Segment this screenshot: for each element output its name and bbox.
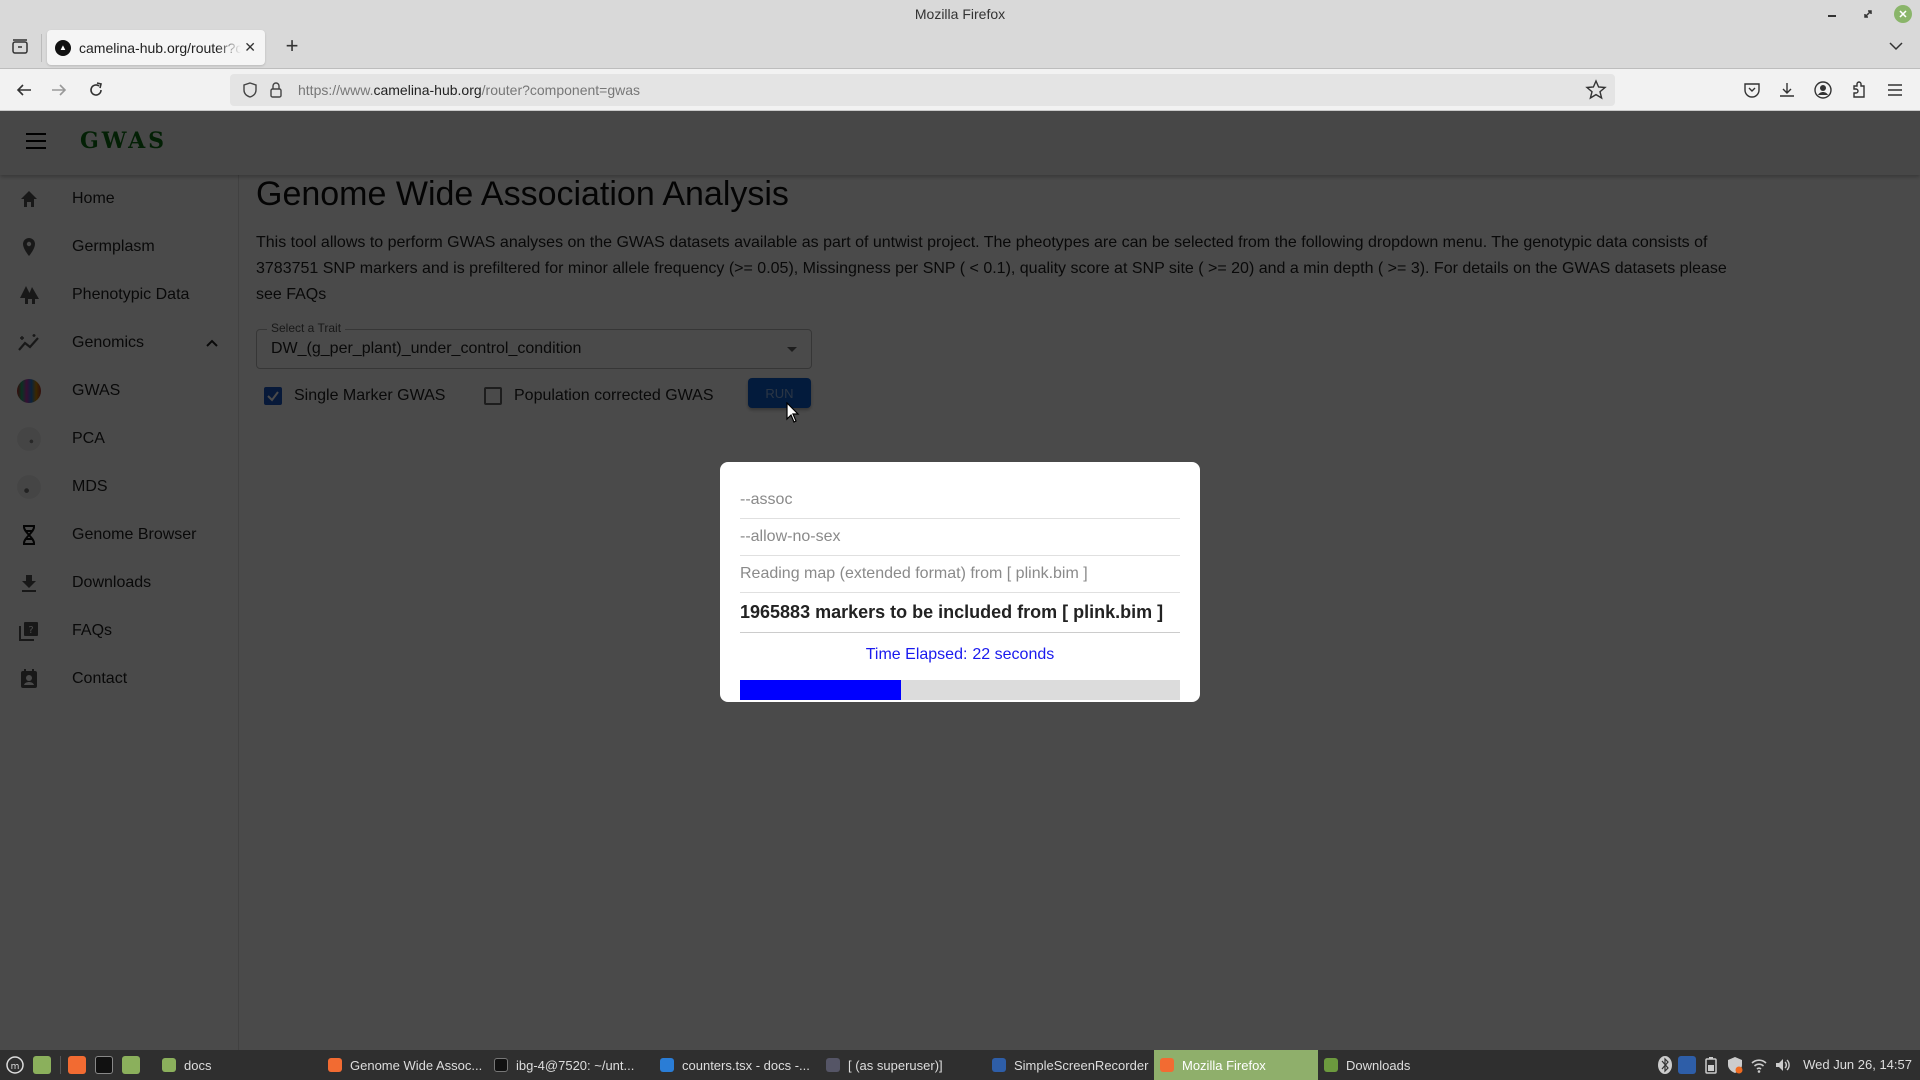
url-path: /router?component=gwas bbox=[481, 82, 641, 98]
reload-icon bbox=[90, 82, 102, 96]
navigation-toolbar: https://www.camelina-hub.org/router?comp… bbox=[0, 69, 1920, 111]
taskbar: m docs Genome Wide Assoc... ibg-4@7520: … bbox=[0, 1050, 1920, 1080]
package-icon bbox=[826, 1058, 840, 1072]
minimize-icon bbox=[1828, 15, 1836, 17]
download-icon bbox=[1780, 83, 1794, 97]
taskbar-item-label: counters.tsx - docs -... bbox=[682, 1057, 810, 1073]
clock[interactable]: Wed Jun 26, 14:57 bbox=[1803, 1057, 1912, 1072]
camelina-favicon-icon: ▲ bbox=[55, 39, 71, 56]
pocket-button[interactable] bbox=[1740, 78, 1764, 102]
list-all-tabs-button[interactable] bbox=[1886, 36, 1906, 56]
window-title-bar: Mozilla Firefox ✕ bbox=[0, 0, 1920, 28]
bookmark-button[interactable] bbox=[1585, 79, 1607, 101]
chevron-down-icon bbox=[1889, 42, 1903, 51]
firefox-icon bbox=[1160, 1058, 1174, 1072]
star-icon bbox=[1585, 79, 1607, 100]
firefox-icon bbox=[328, 1058, 342, 1072]
taskbar-item-mozilla-firefox[interactable]: Mozilla Firefox bbox=[1154, 1050, 1318, 1080]
close-icon: ✕ bbox=[1898, 8, 1908, 21]
taskbar-item-label: Downloads bbox=[1346, 1057, 1411, 1073]
arrow-right-icon bbox=[52, 84, 67, 96]
downloads-folder-icon bbox=[1324, 1058, 1338, 1072]
window-title: Mozilla Firefox bbox=[914, 6, 1006, 22]
reload-button[interactable] bbox=[84, 78, 108, 102]
time-elapsed-value: 22 seconds bbox=[972, 646, 1055, 663]
vscode-icon bbox=[660, 1058, 674, 1072]
taskbar-item-label: SimpleScreenRecorder bbox=[1014, 1057, 1149, 1073]
hamburger-menu-icon bbox=[1888, 84, 1902, 96]
account-icon bbox=[1814, 81, 1832, 99]
browser-tab[interactable]: ▲ camelina-hub.org/router?component=gwas… bbox=[47, 30, 265, 65]
tab-strip: ▲ camelina-hub.org/router?component=gwas… bbox=[0, 28, 1920, 69]
puzzle-icon bbox=[1853, 81, 1865, 98]
address-bar[interactable]: https://www.camelina-hub.org/router?comp… bbox=[230, 74, 1615, 106]
forward-button[interactable] bbox=[47, 78, 71, 102]
taskbar-item-terminal[interactable]: ibg-4@7520: ~/unt... bbox=[494, 1050, 654, 1080]
lock-icon[interactable] bbox=[268, 81, 284, 99]
taskbar-item-simplescreenrecorder[interactable]: SimpleScreenRecorder bbox=[992, 1050, 1152, 1080]
screen-recorder-tray-icon[interactable] bbox=[1678, 1056, 1696, 1074]
mouse-cursor-icon bbox=[786, 402, 800, 423]
show-desktop-icon[interactable] bbox=[33, 1056, 51, 1074]
taskbar-item-label: ibg-4@7520: ~/unt... bbox=[516, 1057, 635, 1073]
new-tab-button[interactable]: + bbox=[280, 33, 304, 58]
url-prefix: https://www. bbox=[298, 82, 374, 98]
wifi-icon[interactable] bbox=[1750, 1056, 1768, 1074]
terminal-icon bbox=[494, 1058, 508, 1072]
close-tab-button[interactable]: ✕ bbox=[243, 39, 257, 56]
firefox-icon[interactable] bbox=[68, 1056, 86, 1074]
time-elapsed: Time Elapsed: 22 seconds bbox=[740, 646, 1180, 668]
taskbar-item-label: [ (as superuser)] bbox=[848, 1057, 943, 1073]
firefox-view-button[interactable] bbox=[10, 37, 30, 57]
progress-bar bbox=[740, 680, 1180, 700]
extensions-button[interactable] bbox=[1847, 78, 1871, 102]
taskbar-item-label: docs bbox=[184, 1057, 212, 1073]
back-button[interactable] bbox=[12, 78, 36, 102]
taskbar-item-downloads[interactable]: Downloads bbox=[1324, 1050, 1484, 1080]
menu-icon[interactable]: m bbox=[6, 1056, 24, 1074]
screenrecorder-icon bbox=[992, 1058, 1006, 1072]
time-elapsed-label: Time Elapsed: bbox=[865, 646, 968, 663]
shield-icon[interactable] bbox=[242, 81, 258, 99]
close-window-button[interactable]: ✕ bbox=[1894, 5, 1912, 23]
url-host: camelina-hub.org bbox=[373, 82, 482, 98]
firefox-view-icon bbox=[12, 39, 28, 54]
battery-icon[interactable] bbox=[1702, 1056, 1720, 1074]
log-line-current: 1965883 markers to be included from [ pl… bbox=[740, 593, 1180, 633]
taskbar-item-label: Mozilla Firefox bbox=[1182, 1057, 1266, 1073]
tab-divider bbox=[41, 34, 42, 62]
log-line: --allow-no-sex bbox=[740, 519, 1180, 556]
taskbar-item-superuser[interactable]: [ (as superuser)] bbox=[826, 1050, 986, 1080]
terminal-icon[interactable] bbox=[95, 1056, 113, 1074]
taskbar-item-docs[interactable]: docs bbox=[160, 1050, 310, 1080]
log-line: Reading map (extended format) from [ pli… bbox=[740, 556, 1180, 593]
arrow-left-icon bbox=[16, 84, 31, 96]
url-text[interactable]: https://www.camelina-hub.org/router?comp… bbox=[298, 82, 640, 98]
restore-icon bbox=[1864, 10, 1872, 18]
downloads-button[interactable] bbox=[1775, 78, 1799, 102]
log-line: --assoc bbox=[740, 482, 1180, 519]
progress-bar-fill bbox=[740, 680, 901, 700]
gwas-progress-dialog: --assoc --allow-no-sex Reading map (exte… bbox=[720, 462, 1200, 702]
maximize-button[interactable] bbox=[1858, 4, 1878, 24]
folder-icon bbox=[162, 1058, 176, 1072]
volume-icon[interactable] bbox=[1774, 1056, 1792, 1074]
app-menu-button[interactable] bbox=[1883, 78, 1907, 102]
tab-title: camelina-hub.org/router?component=gwas bbox=[79, 39, 242, 56]
bluetooth-icon[interactable] bbox=[1656, 1056, 1674, 1074]
close-icon: ✕ bbox=[244, 39, 256, 55]
account-button[interactable] bbox=[1811, 78, 1835, 102]
pocket-icon bbox=[1744, 83, 1760, 98]
minimize-button[interactable] bbox=[1822, 4, 1842, 24]
svg-text:m: m bbox=[11, 1062, 20, 1072]
update-manager-icon[interactable] bbox=[1726, 1056, 1744, 1074]
taskbar-item-vscode[interactable]: counters.tsx - docs -... bbox=[660, 1050, 820, 1080]
taskbar-item-label: Genome Wide Assoc... bbox=[350, 1057, 483, 1073]
files-icon[interactable] bbox=[122, 1056, 140, 1074]
plus-icon: + bbox=[285, 33, 299, 58]
taskbar-item-genome-wide-assoc[interactable]: Genome Wide Assoc... bbox=[328, 1050, 488, 1080]
